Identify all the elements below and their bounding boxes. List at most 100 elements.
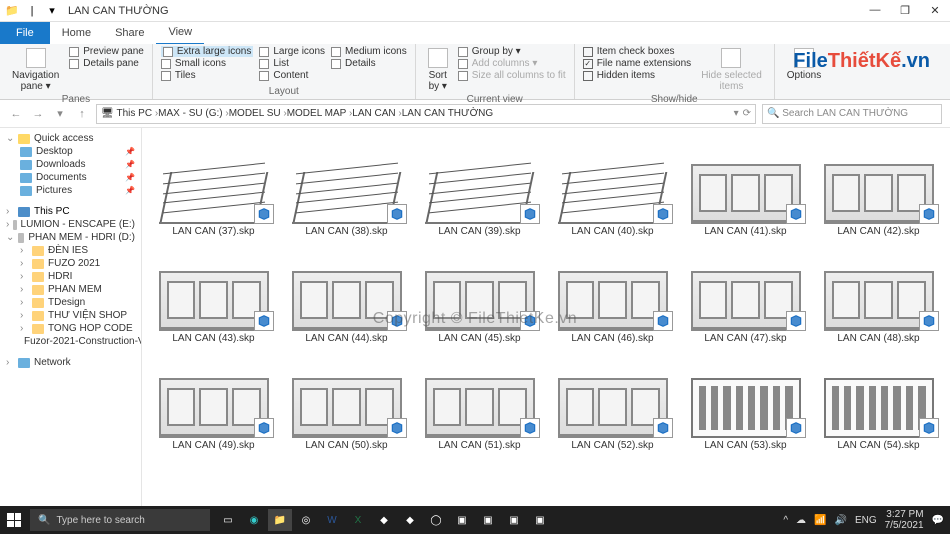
tray-chevron-icon[interactable]: ^ <box>783 515 788 526</box>
maximize-button[interactable]: ❐ <box>890 4 920 17</box>
sidebar-tdesign[interactable]: ›TDesign <box>0 296 141 309</box>
extra-large-icons-option[interactable]: Extra large icons <box>161 46 253 57</box>
tiles-option[interactable]: Tiles <box>161 70 253 81</box>
app-icon[interactable]: ▣ <box>476 509 500 531</box>
small-icons-option[interactable]: Small icons <box>161 58 253 69</box>
file-item[interactable]: LAN CAN (51).skp <box>414 348 545 451</box>
app-icon[interactable]: ▣ <box>502 509 526 531</box>
file-item[interactable]: LAN CAN (38).skp <box>281 134 412 237</box>
explorer-icon[interactable]: 📁 <box>268 509 292 531</box>
medium-icons-option[interactable]: Medium icons <box>331 46 407 57</box>
navigation-pane-button[interactable]: Navigation pane ▾ <box>8 46 63 94</box>
file-item[interactable]: LAN CAN (41).skp <box>680 134 811 237</box>
add-columns-button[interactable]: Add columns ▾ <box>458 58 566 69</box>
wifi-icon[interactable]: 📶 <box>814 515 826 526</box>
taskview-icon[interactable]: ▭ <box>216 509 240 531</box>
app-icon[interactable]: ◆ <box>372 509 396 531</box>
file-item[interactable]: LAN CAN (53).skp <box>680 348 811 451</box>
refresh-icon[interactable]: ⟳ <box>743 108 751 119</box>
file-item[interactable]: LAN CAN (42).skp <box>813 134 944 237</box>
close-button[interactable]: ✕ <box>920 4 950 17</box>
file-item[interactable]: LAN CAN (47).skp <box>680 241 811 344</box>
back-button[interactable]: ← <box>8 108 24 120</box>
addr-dropdown-icon[interactable]: ▾ <box>734 108 739 119</box>
app-icon[interactable]: ◯ <box>424 509 448 531</box>
sidebar-fuzor[interactable]: Fuzor-2021-Construction-VDC-In... <box>0 335 141 348</box>
sidebar-fuzo[interactable]: ›FUZO 2021 <box>0 257 141 270</box>
app-icon[interactable]: ◆ <box>398 509 422 531</box>
large-icons-option[interactable]: Large icons <box>259 46 325 57</box>
sidebar-phanmem[interactable]: ›PHAN MEM <box>0 283 141 296</box>
notifications-icon[interactable]: 💬 <box>932 515 944 526</box>
sidebar-denies[interactable]: ›ĐÈN IES <box>0 244 141 257</box>
tab-home[interactable]: Home <box>50 22 103 44</box>
sidebar-phanmem-drive[interactable]: ⌄PHAN MEM - HDRI (D:) <box>0 231 141 244</box>
start-button[interactable] <box>0 513 28 527</box>
sidebar-thuvien[interactable]: ›THƯ VIỆN SHOP <box>0 309 141 322</box>
taskbar-search[interactable]: 🔍 Type here to search <box>30 509 210 531</box>
clock[interactable]: 3:27 PM 7/5/2021 <box>885 509 924 531</box>
sidebar-network[interactable]: ›Network <box>0 356 141 369</box>
file-item[interactable]: LAN CAN (48).skp <box>813 241 944 344</box>
sidebar-pictures[interactable]: Pictures📌 <box>0 184 141 197</box>
hide-selected-button[interactable]: Hide selected items <box>697 46 766 94</box>
file-item[interactable]: LAN CAN (50).skp <box>281 348 412 451</box>
edge-icon[interactable]: ◉ <box>242 509 266 531</box>
sidebar-downloads[interactable]: Downloads📌 <box>0 158 141 171</box>
language-indicator[interactable]: ENG <box>855 515 877 526</box>
file-item[interactable]: LAN CAN (43).skp <box>148 241 279 344</box>
file-item[interactable]: LAN CAN (49).skp <box>148 348 279 451</box>
sidebar-this-pc[interactable]: ›This PC <box>0 205 141 218</box>
tray-icon[interactable]: ☁ <box>796 515 806 526</box>
group-by-button[interactable]: Group by ▾ <box>458 46 566 57</box>
details-option[interactable]: Details <box>331 58 407 69</box>
sidebar-documents[interactable]: Documents📌 <box>0 171 141 184</box>
chrome-icon[interactable]: ◎ <box>294 509 318 531</box>
details-pane-button[interactable]: Details pane <box>69 58 144 69</box>
up-button[interactable]: ↑ <box>74 108 90 120</box>
address-bar[interactable]: 🖥 This PC MAX - SU (G:) MODEL SU MODEL M… <box>96 104 756 124</box>
size-columns-button[interactable]: Size all columns to fit <box>458 70 566 81</box>
volume-icon[interactable]: 🔊 <box>834 515 846 526</box>
word-icon[interactable]: W <box>320 509 344 531</box>
content-option[interactable]: Content <box>259 70 325 81</box>
tab-view[interactable]: View <box>156 21 204 45</box>
sidebar-lumion-drive[interactable]: ›LUMION - ENSCAPE (E:) <box>0 218 141 231</box>
sidebar-tonghop[interactable]: ›TONG HOP CODE <box>0 322 141 335</box>
file-item[interactable]: LAN CAN (37).skp <box>148 134 279 237</box>
search-box[interactable]: 🔍 Search LAN CAN THƯỜNG <box>762 104 942 124</box>
file-item[interactable]: LAN CAN (44).skp <box>281 241 412 344</box>
nav-pane[interactable]: ⌄Quick access Desktop📌 Downloads📌 Docume… <box>0 128 142 508</box>
preview-pane-button[interactable]: Preview pane <box>69 46 144 57</box>
app-icon[interactable]: ▣ <box>450 509 474 531</box>
file-item[interactable]: LAN CAN (46).skp <box>547 241 678 344</box>
file-item[interactable]: LAN CAN (45).skp <box>414 241 545 344</box>
tab-share[interactable]: Share <box>103 22 156 44</box>
file-item[interactable]: LAN CAN (52).skp <box>547 348 678 451</box>
recent-dropdown[interactable]: ▾ <box>52 107 68 120</box>
minimize-button[interactable]: — <box>860 4 890 17</box>
list-option[interactable]: List <box>259 58 325 69</box>
item-check-boxes-toggle[interactable]: Item check boxes <box>583 46 692 57</box>
hidden-items-toggle[interactable]: Hidden items <box>583 70 692 81</box>
crumb[interactable]: This PC <box>116 108 158 119</box>
sidebar-hdri[interactable]: ›HDRI <box>0 270 141 283</box>
sidebar-desktop[interactable]: Desktop📌 <box>0 145 141 158</box>
excel-icon[interactable]: X <box>346 509 370 531</box>
forward-button[interactable]: → <box>30 108 46 120</box>
file-item[interactable]: LAN CAN (54).skp <box>813 348 944 451</box>
crumb[interactable]: LAN CAN THƯỜNG <box>402 108 493 119</box>
crumb[interactable]: MAX - SU (G:) <box>158 108 229 119</box>
file-item[interactable]: LAN CAN (39).skp <box>414 134 545 237</box>
crumb[interactable]: MODEL MAP <box>287 108 353 119</box>
content-area[interactable]: LAN CAN (37).skpLAN CAN (38).skpLAN CAN … <box>142 128 950 508</box>
qat-dropdown-icon[interactable]: ▾ <box>44 3 60 19</box>
file-tab[interactable]: File <box>0 22 50 44</box>
crumb[interactable]: MODEL SU <box>229 108 287 119</box>
app-icon[interactable]: ▣ <box>528 509 552 531</box>
file-extensions-toggle[interactable]: ✓File name extensions <box>583 58 692 69</box>
sort-by-button[interactable]: Sort by ▾ <box>424 46 452 94</box>
file-item[interactable]: LAN CAN (40).skp <box>547 134 678 237</box>
crumb[interactable]: LAN CAN <box>352 108 401 119</box>
sidebar-quick-access[interactable]: ⌄Quick access <box>0 132 141 145</box>
